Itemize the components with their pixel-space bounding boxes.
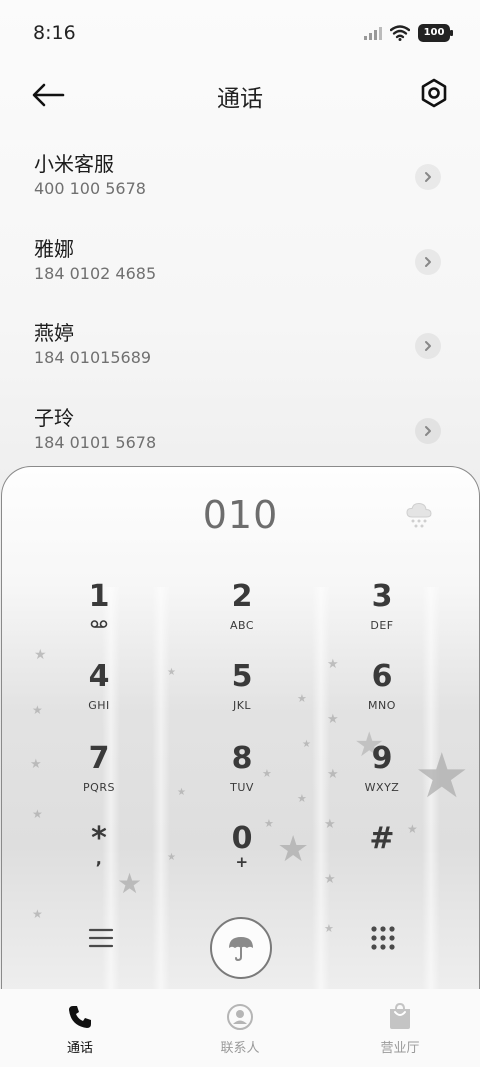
key-7[interactable]: 7 PQRS — [39, 739, 159, 815]
page-title: 通话 — [217, 86, 263, 112]
battery-icon: 100 — [418, 24, 453, 42]
key-6[interactable]: 6 MNO — [322, 657, 442, 733]
key-9[interactable]: 9 WXYZ — [322, 739, 442, 815]
voicemail-icon — [39, 619, 159, 632]
dialpad-panel: ★ ★ ★ ★ ★ ★ ★ ★ ★ ★ ★ ★ ★ ★ ★ ★ ★ ★ ★ ★ … — [1, 466, 480, 1007]
header: 通话 — [0, 64, 480, 124]
contact-row[interactable]: 燕婷 184 01015689 — [0, 305, 480, 390]
chevron-right-icon[interactable] — [415, 333, 441, 359]
cloud-snow-icon[interactable] — [403, 499, 435, 531]
contact-name: 子玲 — [34, 405, 74, 430]
key-digit: 6 — [371, 659, 393, 694]
star-decoration: ★ — [324, 922, 334, 935]
call-button[interactable] — [210, 917, 272, 979]
key-digit: 2 — [231, 579, 253, 614]
key-letters: JKL — [232, 699, 252, 712]
key-digit: 8 — [231, 741, 253, 776]
key-4[interactable]: 4 GHI — [39, 657, 159, 733]
key-1[interactable]: 1 — [39, 577, 159, 653]
key-letters: + — [235, 853, 249, 871]
key-letters: , — [95, 849, 103, 868]
key-hash[interactable]: # — [322, 819, 442, 895]
star-decoration: ★ — [32, 907, 43, 921]
key-digit: 4 — [88, 659, 110, 694]
status-bar: 8:16 100 — [0, 0, 480, 64]
star-decoration: ★ — [167, 667, 176, 678]
key-digit: 3 — [371, 579, 393, 614]
key-2[interactable]: 2 ABC — [182, 577, 302, 653]
contact-number: 400 100 5678 — [34, 179, 146, 198]
contact-row[interactable]: 子玲 184 0101 5678 — [0, 390, 480, 475]
nav-label: 营业厅 — [380, 1041, 420, 1056]
signal-icon — [364, 27, 382, 40]
contact-number: 184 0102 4685 — [34, 263, 157, 283]
contact-row[interactable]: 小米客服 400 100 5678 — [0, 136, 480, 221]
bottom-nav: 通话 联系人 营业厅 — [0, 989, 480, 1067]
recent-calls-list: 小米客服 400 100 5678 雅娜 184 0102 4685 燕婷 18… — [0, 136, 480, 474]
contact-name: 雅娜 — [34, 236, 74, 261]
key-0[interactable]: 0 + — [182, 819, 302, 895]
key-digit: 1 — [88, 579, 110, 614]
contact-name: 小米客服 — [34, 152, 114, 176]
key-letters: DEF — [370, 619, 394, 632]
status-icons: 100 — [364, 24, 453, 42]
chevron-right-icon[interactable] — [415, 248, 441, 275]
key-8[interactable]: 8 TUV — [182, 739, 302, 815]
contact-number: 184 01015689 — [34, 348, 152, 367]
star-decoration: ★ — [167, 852, 176, 863]
nav-label: 联系人 — [220, 1041, 260, 1056]
contact-icon — [180, 1003, 300, 1031]
contact-row[interactable]: 雅娜 184 0102 4685 — [0, 221, 480, 306]
key-digit: 9 — [371, 741, 393, 776]
contact-number: 184 0101 5678 — [34, 432, 157, 452]
phone-icon — [20, 1003, 140, 1031]
nav-item-contacts[interactable]: 联系人 — [180, 989, 300, 1067]
umbrella-icon — [229, 937, 253, 962]
nav-item-store[interactable]: 营业厅 — [340, 989, 460, 1067]
key-digit: 5 — [231, 659, 253, 694]
contact-name: 燕婷 — [34, 321, 74, 345]
menu-icon[interactable] — [86, 923, 116, 953]
key-star[interactable]: * , — [39, 819, 159, 895]
store-icon — [340, 1003, 460, 1031]
keypad-grid-icon[interactable] — [368, 923, 398, 953]
key-letters: WXYZ — [364, 781, 400, 794]
key-digit: # — [369, 821, 395, 856]
wifi-icon — [390, 25, 410, 41]
key-letters: TUV — [230, 781, 254, 794]
key-letters: GHI — [88, 699, 110, 712]
key-letters: PQRS — [83, 781, 115, 794]
key-letters: ABC — [229, 619, 255, 632]
settings-icon[interactable] — [418, 77, 450, 109]
chevron-right-icon[interactable] — [415, 417, 441, 444]
screen: 8:16 100 通话 小米客服 400 100 5678 雅娜 184 010… — [0, 0, 480, 1067]
key-5[interactable]: 5 JKL — [182, 657, 302, 733]
key-digit: 7 — [88, 741, 110, 776]
chevron-right-icon[interactable] — [415, 164, 441, 190]
status-time: 8:16 — [33, 22, 76, 44]
star-decoration: ★ — [302, 739, 311, 750]
key-3[interactable]: 3 DEF — [322, 577, 442, 653]
key-letters: MNO — [368, 699, 396, 712]
nav-label: 通话 — [66, 1041, 93, 1056]
nav-item-calls[interactable]: 通话 — [20, 989, 140, 1067]
